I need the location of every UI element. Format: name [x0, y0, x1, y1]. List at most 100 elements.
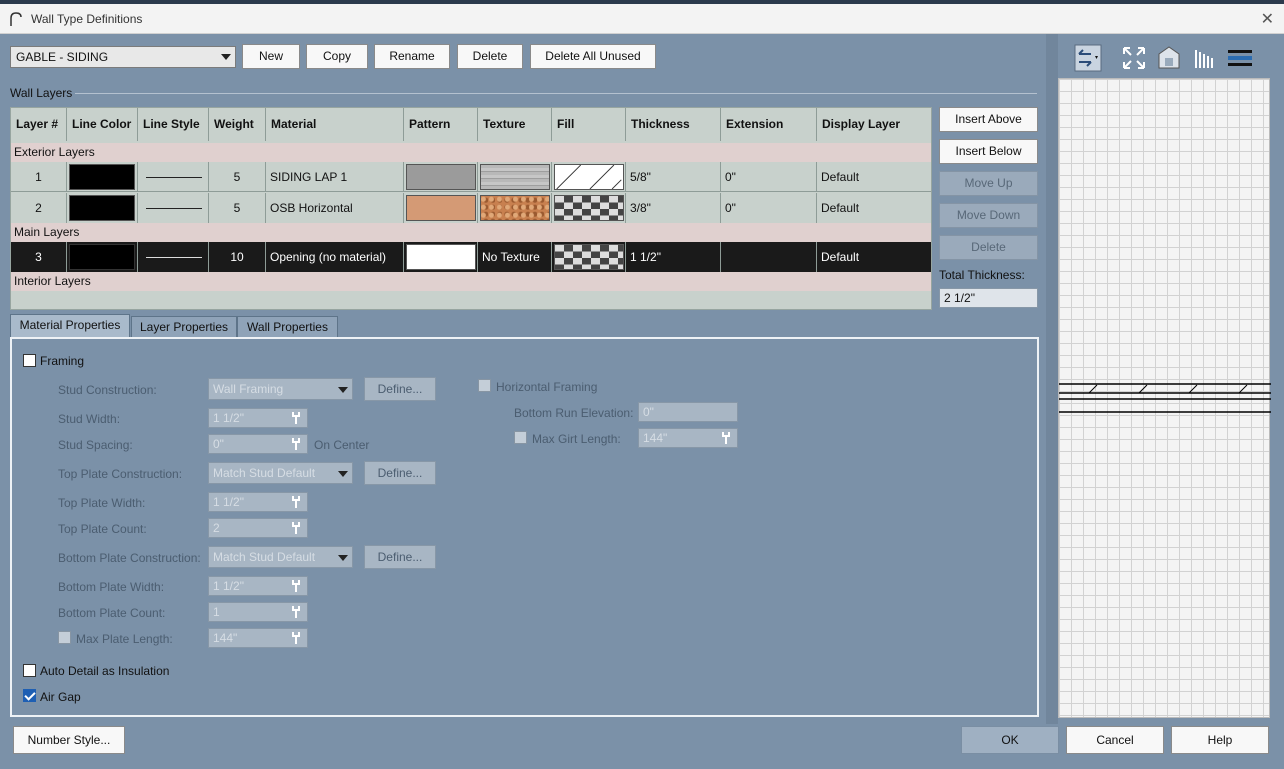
header-fill[interactable]: Fill	[552, 108, 626, 141]
top-plate-count-field[interactable]: 2	[208, 518, 308, 538]
air-gap-checkbox[interactable]	[23, 689, 36, 702]
header-pattern[interactable]: Pattern	[404, 108, 478, 141]
delete-all-unused-button[interactable]: Delete All Unused	[530, 44, 656, 69]
bottom-plate-width-field[interactable]: 1 1/2"	[208, 576, 308, 596]
texture-cell[interactable]: No Texture	[478, 242, 552, 272]
max-plate-length-checkbox[interactable]	[58, 631, 71, 644]
thickness-cell[interactable]: 5/8"	[626, 162, 721, 192]
auto-detail-insulation-label: Auto Detail as Insulation	[40, 664, 170, 678]
max-girt-length-field[interactable]: 144"	[638, 428, 738, 448]
wall-type-select[interactable]: GABLE - SIDING	[10, 46, 236, 68]
move-down-button[interactable]: Move Down	[939, 203, 1038, 228]
table-row-selected[interactable]: 3 10 Opening (no material) No Texture 1 …	[11, 242, 931, 272]
auto-detail-insulation-checkbox[interactable]	[23, 664, 36, 677]
top-plate-construction-select[interactable]: Match Stud Default	[208, 462, 353, 484]
weight-cell[interactable]: 5	[209, 162, 266, 192]
framing-checkbox[interactable]	[23, 354, 36, 367]
wrench-icon[interactable]	[291, 437, 301, 451]
wall-type-value: GABLE - SIDING	[16, 50, 109, 64]
delete-button[interactable]: Delete	[457, 44, 523, 69]
copy-button[interactable]: Copy	[306, 44, 368, 69]
fill-cell[interactable]	[552, 162, 626, 192]
pattern-cell[interactable]	[404, 242, 478, 272]
material-cell[interactable]: OSB Horizontal	[266, 193, 404, 223]
wrench-icon[interactable]	[721, 431, 731, 445]
display-layer-cell[interactable]: Default	[817, 242, 931, 272]
fill-cell[interactable]	[552, 193, 626, 223]
line-color-cell[interactable]	[67, 162, 138, 192]
layer-section-icon[interactable]	[1190, 44, 1218, 72]
material-cell[interactable]: Opening (no material)	[266, 242, 404, 272]
tab-layer-properties[interactable]: Layer Properties	[131, 316, 237, 338]
help-button[interactable]: Help	[1171, 726, 1269, 754]
bottom-run-elevation-field[interactable]: 0"	[638, 402, 738, 422]
bottom-plate-count-field[interactable]: 1	[208, 602, 308, 622]
wrench-icon[interactable]	[291, 631, 301, 645]
new-button[interactable]: New	[242, 44, 300, 69]
bottom-plate-construction-select[interactable]: Match Stud Default	[208, 546, 353, 568]
texture-cell[interactable]	[478, 162, 552, 192]
insert-above-button[interactable]: Insert Above	[939, 107, 1038, 132]
line-color-cell[interactable]	[67, 193, 138, 223]
stud-width-field[interactable]: 1 1/2"	[208, 408, 308, 428]
pattern-cell[interactable]	[404, 162, 478, 192]
line-style-cell[interactable]	[138, 242, 209, 272]
max-girt-length-checkbox[interactable]	[514, 431, 527, 444]
header-weight[interactable]: Weight	[209, 108, 266, 141]
top-plate-width-field[interactable]: 1 1/2"	[208, 492, 308, 512]
display-layer-cell[interactable]: Default	[817, 162, 931, 192]
header-extension[interactable]: Extension	[721, 108, 817, 141]
line-color-cell[interactable]	[67, 242, 138, 272]
insert-below-button[interactable]: Insert Below	[939, 139, 1038, 164]
horizontal-framing-checkbox[interactable]	[478, 379, 491, 392]
stud-construction-select[interactable]: Wall Framing	[208, 378, 353, 400]
wrench-icon[interactable]	[291, 605, 301, 619]
header-display-layer[interactable]: Display Layer	[817, 108, 931, 141]
line-style-cell[interactable]	[138, 193, 209, 223]
ok-button[interactable]: OK	[961, 726, 1059, 754]
wall-plan-icon[interactable]	[1226, 44, 1254, 72]
pattern-cell[interactable]	[404, 193, 478, 223]
wrench-icon[interactable]	[291, 411, 301, 425]
thickness-cell[interactable]: 1 1/2"	[626, 242, 721, 272]
wrench-icon[interactable]	[291, 521, 301, 535]
header-layer-num[interactable]: Layer #	[11, 108, 67, 141]
stud-spacing-field[interactable]: 0"	[208, 434, 308, 454]
top-plate-define-button[interactable]: Define...	[364, 461, 436, 485]
header-material[interactable]: Material	[266, 108, 404, 141]
close-icon[interactable]: ✕	[1261, 9, 1274, 29]
delete-layer-button[interactable]: Delete	[939, 235, 1038, 260]
header-line-style[interactable]: Line Style	[138, 108, 209, 141]
header-line-color[interactable]: Line Color	[67, 108, 138, 141]
wrench-icon[interactable]	[291, 579, 301, 593]
extension-cell[interactable]: 0"	[721, 162, 817, 192]
header-thickness[interactable]: Thickness	[626, 108, 721, 141]
weight-cell[interactable]: 10	[209, 242, 266, 272]
table-row[interactable]: 1 5 SIDING LAP 1 5/8" 0" Default	[11, 162, 931, 192]
cancel-button[interactable]: Cancel	[1066, 726, 1164, 754]
texture-cell[interactable]	[478, 193, 552, 223]
tab-wall-properties[interactable]: Wall Properties	[237, 316, 338, 338]
thickness-cell[interactable]: 3/8"	[626, 193, 721, 223]
table-row[interactable]: 2 5 OSB Horizontal 3/8" 0" Default	[11, 193, 931, 223]
move-up-button[interactable]: Move Up	[939, 171, 1038, 196]
line-style-cell[interactable]	[138, 162, 209, 192]
rename-button[interactable]: Rename	[374, 44, 450, 69]
weight-cell[interactable]: 5	[209, 193, 266, 223]
extension-cell[interactable]: 0"	[721, 193, 817, 223]
number-style-button[interactable]: Number Style...	[13, 726, 125, 754]
bottom-plate-define-button[interactable]: Define...	[364, 545, 436, 569]
fill-window-icon[interactable]	[1120, 44, 1148, 72]
tab-material-properties[interactable]: Material Properties	[10, 314, 130, 338]
stud-define-button[interactable]: Define...	[364, 377, 436, 401]
fill-cell[interactable]	[552, 242, 626, 272]
preview-splitter[interactable]	[1046, 34, 1058, 724]
header-texture[interactable]: Texture	[478, 108, 552, 141]
display-layer-cell[interactable]: Default	[817, 193, 931, 223]
preview-view-options-icon[interactable]	[1074, 44, 1102, 72]
material-cell[interactable]: SIDING LAP 1	[266, 162, 404, 192]
extension-cell[interactable]	[721, 242, 817, 272]
max-plate-length-field[interactable]: 144"	[208, 628, 308, 648]
wrench-icon[interactable]	[291, 495, 301, 509]
wall-elevation-icon[interactable]	[1155, 44, 1183, 72]
